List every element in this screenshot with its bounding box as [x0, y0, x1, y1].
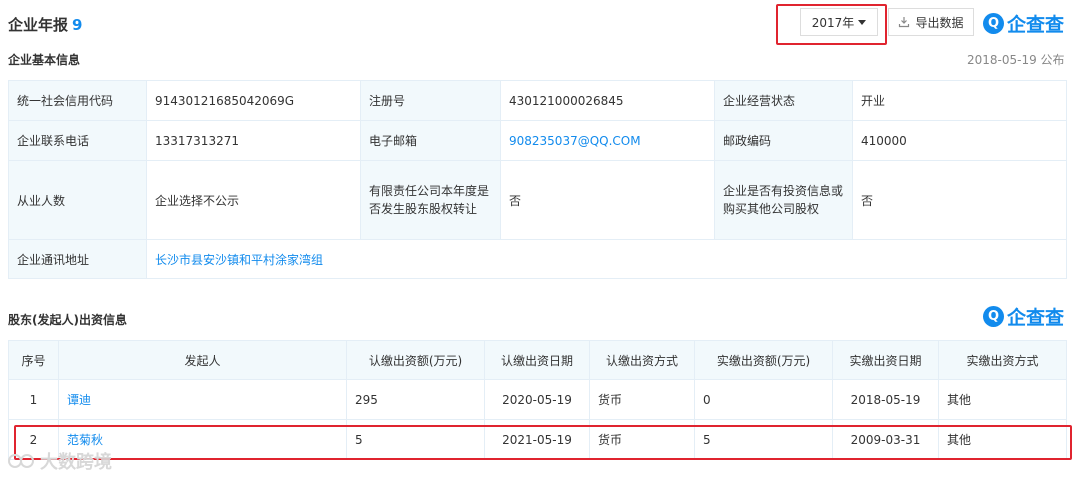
table-row: 2 范菊秋 5 2021-05-19 货币 5 2009-03-31 其他 [8, 419, 1067, 460]
shareholder-name-link[interactable]: 谭迪 [58, 379, 347, 420]
column-header: 实缴出资日期 [832, 340, 939, 380]
paid-method: 其他 [938, 419, 1067, 460]
table-row: 从业人数 企业选择不公示 有限责任公司本年度是否发生股东股权转让 否 企业是否有… [8, 160, 1067, 240]
column-header: 认缴出资额(万元) [346, 340, 485, 380]
cell-value: 430121000026845 [500, 80, 715, 121]
subscribed-date: 2021-05-19 [484, 419, 590, 460]
column-header: 序号 [8, 340, 59, 380]
shareholders-table: 序号 发起人 认缴出资额(万元) 认缴出资日期 认缴出资方式 实缴出资额(万元)… [8, 340, 1067, 460]
export-data-label: 导出数据 [915, 15, 964, 30]
cell-value: 91430121685042069G [146, 80, 361, 121]
year-dropdown[interactable]: 2017年 [800, 8, 878, 36]
cell-label: 企业联系电话 [8, 120, 147, 161]
basic-info-table: 统一社会信用代码 91430121685042069G 注册号 43012100… [8, 80, 1067, 279]
cell-label: 企业经营状态 [714, 80, 853, 121]
row-index: 1 [8, 379, 59, 420]
subscribed-method: 货币 [589, 379, 695, 420]
publish-date: 2018-05-19 公布 [967, 53, 1065, 67]
subscribed-amount: 5 [346, 419, 485, 460]
table-row: 统一社会信用代码 91430121685042069G 注册号 43012100… [8, 80, 1067, 121]
cell-value: 410000 [852, 120, 1067, 161]
paid-method: 其他 [938, 379, 1067, 420]
section-title-shareholders: 股东(发起人)出资信息 [8, 313, 127, 327]
cell-label: 企业通讯地址 [8, 239, 147, 279]
column-header: 认缴出资方式 [589, 340, 695, 380]
cell-label: 统一社会信用代码 [8, 80, 147, 121]
table-row: 企业联系电话 13317313271 电子邮箱 908235037@QQ.COM… [8, 120, 1067, 161]
column-header: 实缴出资方式 [938, 340, 1067, 380]
table-row: 企业通讯地址 长沙市县安沙镇和平村涂家湾组 [8, 239, 1067, 279]
cell-label: 从业人数 [8, 160, 147, 240]
qichacha-logo-icon: Q [983, 306, 1004, 327]
section-title-basic: 企业基本信息 [8, 53, 81, 67]
table-header-row: 序号 发起人 认缴出资额(万元) 认缴出资日期 认缴出资方式 实缴出资额(万元)… [8, 340, 1067, 380]
watermark-text: 大数跨境 [40, 452, 112, 473]
address-link[interactable]: 长沙市县安沙镇和平村涂家湾组 [146, 239, 1067, 279]
title-text: 企业年报 [8, 16, 69, 34]
report-count-badge: 9 [72, 16, 83, 34]
qichacha-logo: Q 企查查 [983, 303, 1064, 330]
qichacha-logo-text: 企查查 [1007, 14, 1065, 36]
column-header: 发起人 [58, 340, 347, 380]
subscribed-date: 2020-05-19 [484, 379, 590, 420]
cell-label: 邮政编码 [714, 120, 853, 161]
cell-value: 开业 [852, 80, 1067, 121]
column-header: 认缴出资日期 [484, 340, 590, 380]
qichacha-logo-text: 企查查 [1007, 307, 1065, 329]
paid-date: 2018-05-19 [832, 379, 939, 420]
cell-label: 有限责任公司本年度是否发生股东股权转让 [360, 160, 501, 240]
paid-amount: 0 [694, 379, 833, 420]
cell-label: 电子邮箱 [360, 120, 501, 161]
qichacha-logo: Q 企查查 [983, 10, 1064, 37]
page-title: 企业年报 9 [8, 14, 82, 35]
column-header: 实缴出资额(万元) [694, 340, 833, 380]
download-icon [899, 17, 910, 28]
table-row: 1 谭迪 295 2020-05-19 货币 0 2018-05-19 其他 [8, 379, 1067, 420]
export-data-button[interactable]: 导出数据 [888, 8, 974, 36]
subscribed-amount: 295 [346, 379, 485, 420]
report-header: 企业年报 9 2017年 导出数据 Q 企查查 [0, 0, 1080, 46]
cell-label: 企业是否有投资信息或购买其他公司股权 [714, 160, 853, 240]
subscribed-method: 货币 [589, 419, 695, 460]
email-link[interactable]: 908235037@QQ.COM [500, 120, 715, 161]
qichacha-logo-icon: Q [983, 13, 1004, 34]
cell-label: 注册号 [360, 80, 501, 121]
cell-value: 13317313271 [146, 120, 361, 161]
cell-value: 否 [500, 160, 715, 240]
paid-date: 2009-03-31 [832, 419, 939, 460]
watermark-logo-icon [8, 454, 34, 468]
caret-down-icon [858, 19, 867, 25]
cell-value: 否 [852, 160, 1067, 240]
watermark: 大数跨境 [8, 448, 112, 474]
paid-amount: 5 [694, 419, 833, 460]
cell-value: 企业选择不公示 [146, 160, 361, 240]
year-dropdown-value: 2017年 [811, 15, 855, 30]
